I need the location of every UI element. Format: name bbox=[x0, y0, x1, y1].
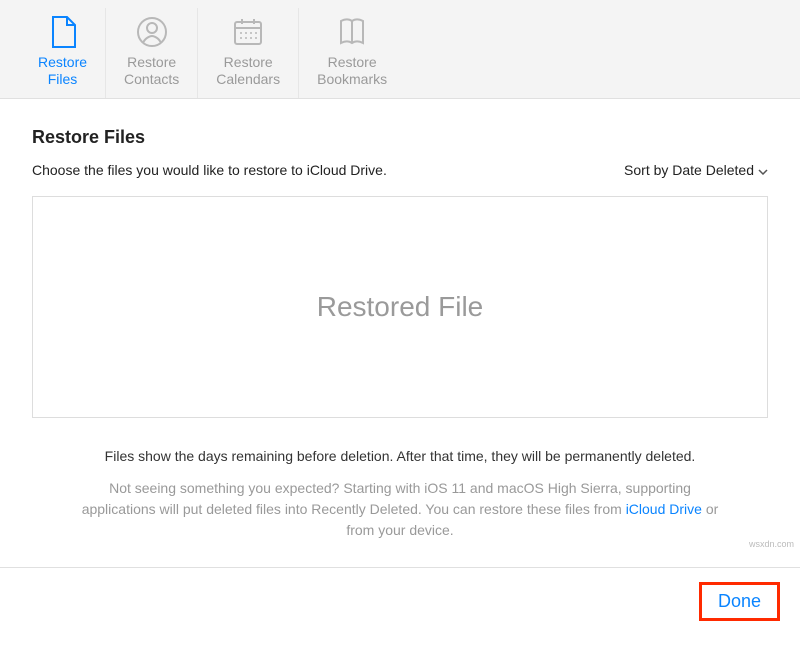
sort-dropdown[interactable]: Sort by Date Deleted bbox=[624, 162, 768, 178]
restored-file-placeholder: Restored File bbox=[317, 291, 484, 323]
content-area: Restore Files Choose the files you would… bbox=[0, 99, 800, 541]
tab-restore-bookmarks[interactable]: Restore Bookmarks bbox=[299, 8, 405, 98]
deletion-info: Files show the days remaining before del… bbox=[32, 448, 768, 464]
tab-label: Restore bbox=[224, 54, 273, 71]
watermark: wsxdn.com bbox=[749, 539, 794, 549]
done-highlight-box: Done bbox=[699, 582, 780, 621]
chevron-down-icon bbox=[758, 162, 768, 178]
instruction-text: Choose the files you would like to resto… bbox=[32, 162, 387, 178]
tab-label: Restore bbox=[328, 54, 377, 71]
page-title: Restore Files bbox=[32, 127, 768, 148]
hint-text: Not seeing something you expected? Start… bbox=[32, 478, 768, 541]
hint-pre: Not seeing something you expected? Start… bbox=[82, 480, 691, 517]
icloud-drive-link[interactable]: iCloud Drive bbox=[626, 501, 702, 517]
tab-label: Contacts bbox=[124, 71, 179, 88]
tab-restore-files[interactable]: Restore Files bbox=[20, 8, 106, 98]
done-button[interactable]: Done bbox=[706, 587, 773, 615]
tab-label: Restore bbox=[127, 54, 176, 71]
tab-restore-calendars[interactable]: Restore Calendars bbox=[198, 8, 299, 98]
tab-label: Bookmarks bbox=[317, 71, 387, 88]
tab-restore-contacts[interactable]: Restore Contacts bbox=[106, 8, 198, 98]
tab-label: Calendars bbox=[216, 71, 280, 88]
file-icon bbox=[49, 14, 77, 50]
calendar-icon bbox=[232, 14, 264, 50]
sort-label: Sort by Date Deleted bbox=[624, 162, 754, 178]
tab-bar: Restore Files Restore Contacts Restore C… bbox=[0, 0, 800, 99]
file-list-box[interactable]: Restored File bbox=[32, 196, 768, 418]
tab-label: Files bbox=[48, 71, 78, 88]
footer: Done bbox=[0, 568, 800, 635]
contact-icon bbox=[136, 14, 168, 50]
bookmarks-icon bbox=[335, 14, 369, 50]
tab-label: Restore bbox=[38, 54, 87, 71]
